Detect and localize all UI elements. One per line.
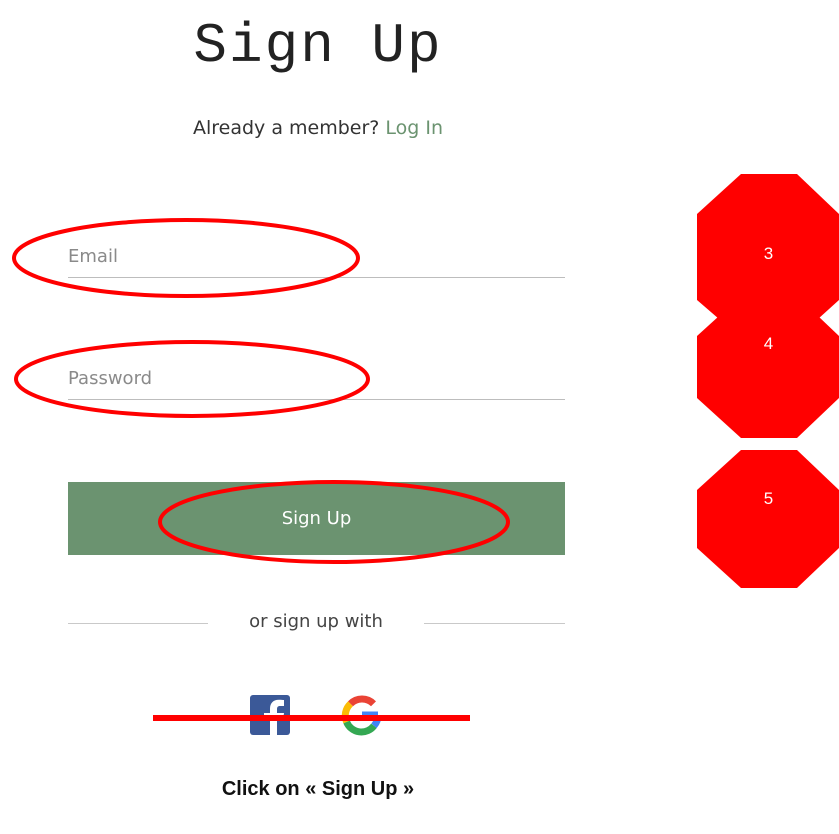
- google-icon[interactable]: [340, 693, 384, 737]
- facebook-icon[interactable]: [248, 693, 292, 737]
- step-badge-3: 3: [763, 244, 774, 263]
- login-link[interactable]: Log In: [385, 117, 443, 139]
- password-field[interactable]: [68, 358, 565, 400]
- email-field[interactable]: [68, 236, 565, 278]
- member-prompt-text: Already a member?: [192, 117, 380, 139]
- divider-left: [68, 623, 208, 624]
- page-title: Sign Up: [193, 14, 443, 78]
- divider-right: [424, 623, 565, 624]
- step-5-badge-shape: [697, 450, 839, 588]
- sign-up-button[interactable]: Sign Up: [68, 482, 565, 555]
- step-4-badge-shape: [697, 296, 839, 438]
- step-badge-4: 4: [763, 334, 774, 353]
- step-badge-5: 5: [763, 489, 774, 508]
- instruction-caption: Click on « Sign Up »: [221, 778, 415, 800]
- member-prompt: Already a member? Log In: [0, 114, 636, 142]
- divider-text: or sign up with: [249, 611, 383, 632]
